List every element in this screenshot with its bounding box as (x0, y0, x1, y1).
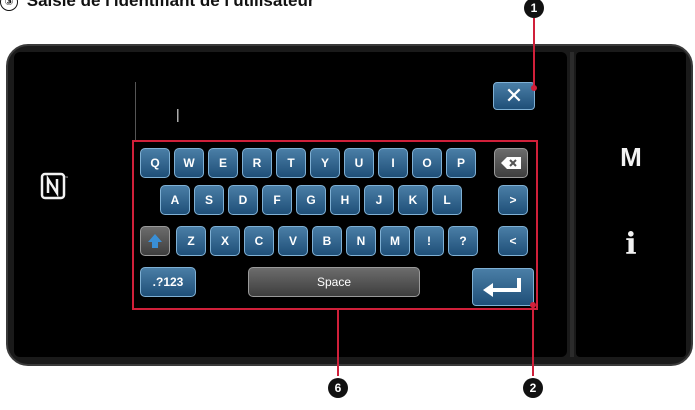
callout-lines (337, 18, 537, 376)
callout-marker-2: 2 (523, 378, 543, 398)
callout-marker-6: 6 (328, 378, 348, 398)
